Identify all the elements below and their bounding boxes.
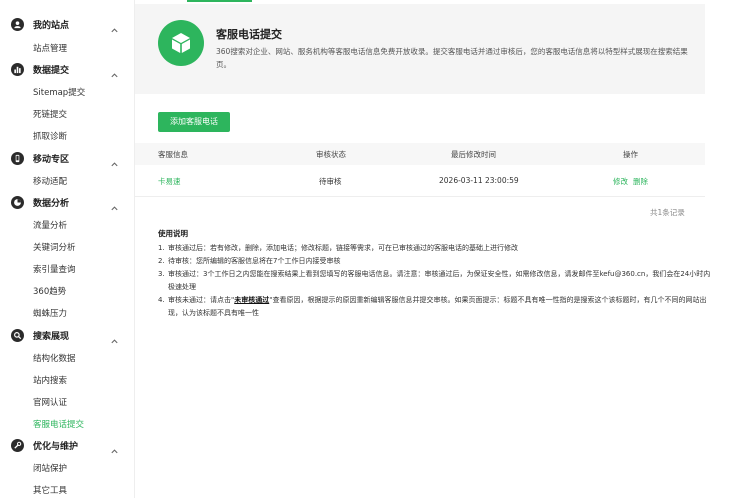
sidebar-item-label: 360趋势 — [33, 287, 67, 297]
sidebar-section-title: 优化与维护 — [33, 442, 79, 452]
sidebar-item-spider[interactable]: 蜘蛛压力 — [0, 302, 134, 324]
sidebar-item-label: 结构化数据 — [33, 354, 76, 364]
note-number: 1. — [158, 244, 165, 252]
sidebar-item-label: 站点管理 — [33, 44, 68, 54]
note-item: 2. 待审核：您所编辑的客服信息将在7个工作日内接受审核 — [158, 255, 713, 268]
usage-notes: 使用说明 1. 审核通过后：若有修改，删除，添加电话；修改标题，链接等需求，可在… — [158, 228, 713, 320]
chevron-up-icon[interactable] — [110, 441, 119, 454]
column-header-actions: 操作 — [623, 150, 638, 159]
note-number: 2. — [158, 257, 165, 265]
sidebar-item-site-search[interactable]: 站内搜索 — [0, 369, 134, 391]
review-status: 待审核 — [319, 177, 342, 186]
note-number: 3. — [158, 270, 165, 278]
sidebar-section-title: 搜索展现 — [33, 332, 70, 342]
sidebar-item-label: 关键词分析 — [33, 243, 76, 253]
phone-table: 客服信息 审核状态 最后修改时间 操作 卡易速 待审核 2026-03-11 2… — [135, 143, 705, 197]
sidebar-item-mobile-adapt[interactable]: 移动适配 — [0, 170, 134, 192]
note-item: 3. 审核通过：3个工作日之内您能在搜索结果上看到您填写的客服电话信息。请注意：… — [158, 268, 713, 294]
page-header: 客服电话提交 360搜索对企业、网站、服务机构等客服电话信息免费开放收录。提交客… — [135, 4, 705, 94]
sidebar-item-crawl-diagnosis[interactable]: 抓取诊断 — [0, 125, 134, 147]
last-modified-time: 2026-03-11 23:00:59 — [439, 176, 519, 185]
tools-icon — [11, 439, 24, 452]
chevron-up-icon[interactable] — [110, 65, 119, 78]
sidebar-item-label: 客服电话提交 — [33, 420, 85, 430]
table-header: 客服信息 审核状态 最后修改时间 操作 — [135, 143, 705, 165]
sidebar-item-traffic[interactable]: 流量分析 — [0, 214, 134, 236]
chevron-up-icon[interactable] — [110, 198, 119, 211]
edit-link[interactable]: 修改 — [613, 176, 628, 187]
record-count: 共1条记录 — [650, 208, 685, 217]
sidebar-item-trend[interactable]: 360趋势 — [0, 280, 134, 302]
user-icon — [11, 18, 24, 31]
add-service-phone-button[interactable]: 添加客服电话 — [158, 112, 230, 132]
active-tab-indicator — [187, 0, 252, 2]
sidebar-section-data-submit[interactable]: 数据提交 — [0, 59, 134, 81]
sidebar-section-title: 数据分析 — [33, 199, 70, 209]
page-description: 360搜索对企业、网站、服务机构等客服电话信息免费开放收录。提交客服电话并通过审… — [216, 47, 688, 69]
sidebar-item-label: 索引量查询 — [33, 265, 76, 275]
sidebar-item-label: 抓取诊断 — [33, 132, 68, 142]
sidebar-section-analytics[interactable]: 数据分析 — [0, 192, 134, 214]
sidebar-item-site-management[interactable]: 站点管理 — [0, 37, 134, 59]
note-item: 1. 审核通过后：若有修改，删除，添加电话；修改标题，链接等需求，可在已审核通过… — [158, 242, 713, 255]
sidebar-item-label: 流量分析 — [33, 221, 68, 231]
column-header-time: 最后修改时间 — [451, 150, 496, 159]
mobile-icon — [11, 152, 24, 165]
sidebar-item-label: 官网认证 — [33, 398, 68, 408]
bar-chart-icon — [11, 63, 24, 76]
sidebar-item-index[interactable]: 索引量查询 — [0, 258, 134, 280]
sidebar-item-label: 站内搜索 — [33, 376, 68, 386]
not-approved-link[interactable]: 未审核通过 — [234, 296, 269, 304]
chevron-up-icon[interactable] — [110, 331, 119, 344]
sidebar-item-dead-link[interactable]: 死链提交 — [0, 103, 134, 125]
sidebar-item-label: 闭站保护 — [33, 464, 68, 474]
sidebar-item-site-close-protect[interactable]: 闭站保护 — [0, 457, 134, 479]
chevron-up-icon[interactable] — [110, 20, 119, 33]
column-header-status: 审核状态 — [316, 150, 346, 159]
sidebar-item-label: Sitemap提交 — [33, 88, 86, 98]
sidebar-item-other-tools[interactable]: 其它工具 — [0, 479, 134, 498]
delete-link[interactable]: 删除 — [633, 176, 648, 187]
sidebar-item-sitemap[interactable]: Sitemap提交 — [0, 81, 134, 103]
sidebar-section-optimize[interactable]: 优化与维护 — [0, 435, 134, 457]
column-header-info: 客服信息 — [158, 150, 188, 159]
search-icon — [11, 329, 24, 342]
sidebar-item-label: 移动适配 — [33, 177, 68, 187]
sidebar-section-title: 移动专区 — [33, 155, 70, 165]
page: 我的站点 站点管理 数据提交 Sitemap提交 死链提交 抓取诊断 移动专区 … — [0, 0, 750, 498]
cube-icon — [158, 20, 204, 66]
note-text: 审核通过后：若有修改，删除，添加电话；修改标题，链接等需求，可在已审核通过的客服… — [168, 244, 518, 252]
sidebar-section-search-display[interactable]: 搜索展现 — [0, 325, 134, 347]
main-content: 客服电话提交 360搜索对企业、网站、服务机构等客服电话信息免费开放收录。提交客… — [135, 0, 750, 498]
sidebar-item-official-cert[interactable]: 官网认证 — [0, 391, 134, 413]
sidebar-item-label: 其它工具 — [33, 486, 68, 496]
page-title: 客服电话提交 — [216, 28, 282, 41]
sidebar-section-title: 数据提交 — [33, 66, 70, 76]
sidebar-item-keywords[interactable]: 关键词分析 — [0, 236, 134, 258]
sidebar-section-mobile[interactable]: 移动专区 — [0, 148, 134, 170]
phone-info-link[interactable]: 卡易速 — [158, 176, 181, 187]
sidebar-section-title: 我的站点 — [33, 21, 70, 31]
sidebar-item-service-phone[interactable]: 客服电话提交 — [0, 413, 134, 435]
notes-title: 使用说明 — [158, 229, 188, 238]
chevron-up-icon[interactable] — [110, 154, 119, 167]
pie-chart-icon — [11, 196, 24, 209]
note-text: 审核通过：3个工作日之内您能在搜索结果上看到您填写的客服电话信息。请注意：审核通… — [168, 270, 711, 291]
sidebar-item-label: 蜘蛛压力 — [33, 309, 68, 319]
note-text: 待审核：您所编辑的客服信息将在7个工作日内接受审核 — [168, 257, 341, 265]
note-item: 4. 审核未通过：请点击"未审核通过"查看原因，根据提示的原因重新编辑客服信息并… — [158, 294, 713, 320]
sidebar-item-structured-data[interactable]: 结构化数据 — [0, 347, 134, 369]
sidebar-item-label: 死链提交 — [33, 110, 68, 120]
sidebar-section-my-sites[interactable]: 我的站点 — [0, 14, 134, 36]
note-text: 审核未通过：请点击" — [168, 296, 235, 304]
table-row: 卡易速 待审核 2026-03-11 23:00:59 修改 删除 — [135, 165, 705, 197]
note-number: 4. — [158, 296, 165, 304]
sidebar: 我的站点 站点管理 数据提交 Sitemap提交 死链提交 抓取诊断 移动专区 … — [0, 0, 135, 498]
